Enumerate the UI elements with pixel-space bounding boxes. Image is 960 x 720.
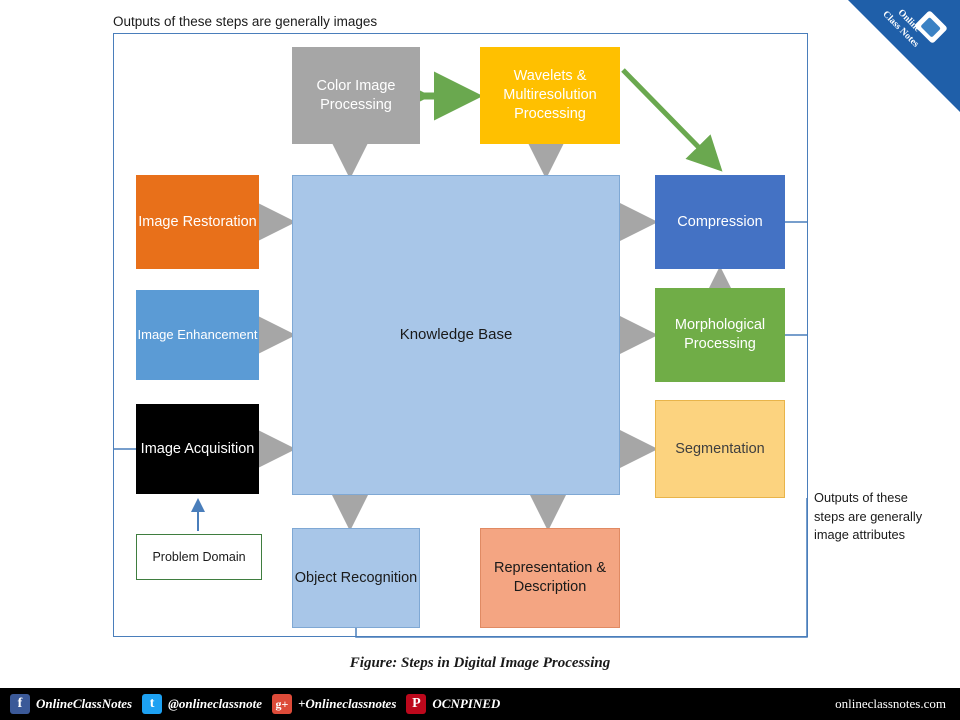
block-wavelets-multiresolution-processing[interactable]: Wavelets & Multiresolution Processing — [480, 47, 620, 144]
block-compression[interactable]: Compression — [655, 175, 785, 269]
diagram-stage: Outputs of these steps are generally ima… — [0, 0, 960, 720]
footer-item-twitter[interactable]: t @onlineclassnote — [142, 694, 262, 714]
footer-item-pinterest[interactable]: P OCNPINED — [406, 694, 500, 714]
block-color-image-processing[interactable]: Color Image Processing — [292, 47, 420, 144]
pinterest-icon: P — [406, 694, 427, 714]
right-caption: Outputs of these steps are generally ima… — [814, 490, 923, 543]
block-knowledge-base[interactable]: Knowledge Base — [292, 175, 620, 495]
block-problem-domain[interactable]: Problem Domain — [136, 534, 262, 580]
block-segmentation[interactable]: Segmentation — [655, 400, 785, 498]
facebook-icon: f — [10, 694, 30, 714]
footer-site-url[interactable]: onlineclassnotes.com — [835, 688, 946, 720]
footer-bar: f OnlineClassNotes t @onlineclassnote g+… — [0, 688, 960, 720]
footer-label-pinterest: OCNPINED — [432, 696, 501, 711]
footer-label-googleplus: +Onlineclassnotes — [297, 696, 397, 711]
corner-ribbon: Online Class Notes — [848, 0, 960, 112]
block-image-restoration[interactable]: Image Restoration — [136, 175, 259, 269]
notebook-icon-inner — [920, 16, 942, 38]
block-representation-description[interactable]: Representation & Description — [480, 528, 620, 628]
footer-item-facebook[interactable]: f OnlineClassNotes — [10, 694, 132, 714]
block-image-enhancement[interactable]: Image Enhancement — [136, 290, 259, 380]
footer-label-twitter: @onlineclassnote — [168, 696, 262, 711]
block-morphological-processing[interactable]: Morphological Processing — [655, 288, 785, 382]
twitter-icon: t — [142, 694, 163, 714]
top-caption: Outputs of these steps are generally ima… — [113, 14, 378, 29]
block-object-recognition[interactable]: Object Recognition — [292, 528, 420, 628]
googleplus-icon: g+ — [271, 694, 292, 714]
figure-caption: Figure: Steps in Digital Image Processin… — [349, 655, 611, 671]
footer-item-googleplus[interactable]: g+ +Onlineclassnotes — [271, 694, 397, 714]
footer-label-facebook: OnlineClassNotes — [36, 696, 133, 711]
block-image-acquisition[interactable]: Image Acquisition — [136, 404, 259, 494]
